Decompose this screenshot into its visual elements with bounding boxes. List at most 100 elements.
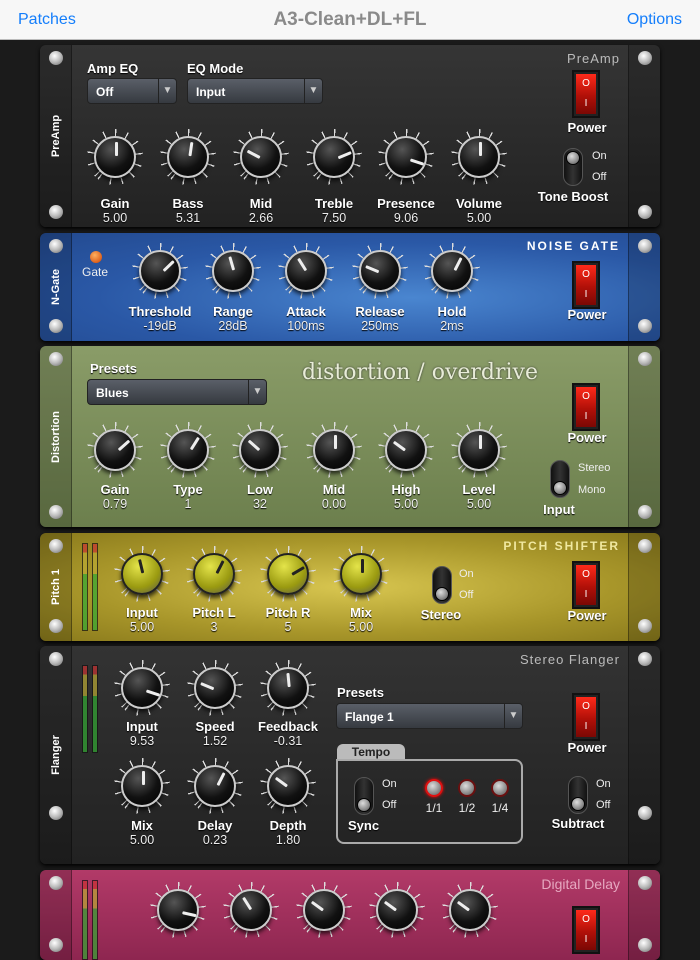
- chevron-down-icon: ▼: [248, 380, 266, 404]
- knob-label: Input: [126, 719, 158, 734]
- knob-control[interactable]: [186, 546, 242, 602]
- screw-icon: [49, 539, 63, 553]
- knob-control[interactable]: [260, 660, 316, 716]
- stereo-toggle[interactable]: [432, 566, 452, 604]
- knob-control[interactable]: [160, 422, 216, 478]
- presets-select[interactable]: Flange 1 ▼: [336, 703, 523, 729]
- knob-label: Delay: [197, 818, 233, 833]
- knob-control[interactable]: [232, 422, 288, 478]
- knob-label: Hold: [437, 304, 467, 319]
- amp-eq-select[interactable]: Off ▼: [87, 78, 177, 104]
- screw-icon: [638, 51, 652, 65]
- knob-body: [267, 553, 309, 595]
- side-rail-right: [628, 533, 660, 641]
- knob-label: High: [391, 482, 421, 497]
- knob-label: Gain: [100, 196, 130, 211]
- screw-icon: [49, 352, 63, 366]
- knob-pointer-icon: [365, 265, 380, 274]
- knob-pointer-icon: [392, 440, 406, 452]
- knob-label: Presence: [377, 196, 435, 211]
- knob-control[interactable]: [352, 243, 408, 299]
- module-side-label: PreAmp: [50, 114, 62, 158]
- knob-control[interactable]: [114, 660, 170, 716]
- presets-select[interactable]: Blues ▼: [87, 379, 267, 405]
- knob-pointer-icon: [138, 559, 145, 574]
- knob-label: Gain: [100, 482, 130, 497]
- knob-control[interactable]: [278, 243, 334, 299]
- side-rail-right: [628, 870, 660, 960]
- knob-control[interactable]: [132, 243, 188, 299]
- knob-value: 0.23: [202, 833, 228, 847]
- module-title: Digital Delay: [541, 876, 620, 892]
- screw-icon: [638, 205, 652, 219]
- stereo-label: Stereo: [578, 462, 611, 474]
- knob-pointer-icon: [286, 672, 291, 688]
- knob-label: Threshold: [128, 304, 192, 319]
- knob-value: 5.00: [129, 833, 155, 847]
- power-switch[interactable]: OI: [572, 561, 600, 609]
- knob-control[interactable]: [260, 546, 316, 602]
- eq-mode-select[interactable]: Input ▼: [187, 78, 323, 104]
- off-label: Off: [592, 171, 607, 183]
- knob-value: 7.50: [321, 211, 347, 225]
- knob-control[interactable]: [306, 422, 362, 478]
- knob-control[interactable]: [369, 882, 425, 938]
- knob-value: 5.00: [102, 211, 128, 225]
- power-switch[interactable]: OI: [572, 261, 600, 309]
- tempo-radio-1-1[interactable]: [425, 779, 443, 797]
- knob-control[interactable]: [451, 422, 507, 478]
- off-label: Off: [596, 799, 611, 811]
- tempo-radio-1-2[interactable]: [458, 779, 476, 797]
- sync-toggle[interactable]: [354, 777, 374, 815]
- side-rail-left: [40, 870, 72, 960]
- off-label: Off: [382, 799, 397, 811]
- toggle-knob-icon: [566, 151, 580, 165]
- knob-control[interactable]: [205, 243, 261, 299]
- knob-control[interactable]: [378, 422, 434, 478]
- knob-pointer-icon: [216, 772, 226, 787]
- knob-control[interactable]: [296, 882, 352, 938]
- knob-control[interactable]: [150, 882, 206, 938]
- knob-body: [303, 889, 345, 931]
- knob-control[interactable]: [223, 882, 279, 938]
- knob-body: [167, 429, 209, 471]
- knob-value: 2ms: [440, 319, 464, 333]
- knob-control[interactable]: [424, 243, 480, 299]
- toggle-knob-icon: [357, 798, 371, 812]
- knob-pointer-icon: [188, 141, 194, 157]
- knob-control[interactable]: [333, 546, 389, 602]
- power-label: Power: [567, 430, 607, 445]
- subtract-toggle[interactable]: [568, 776, 588, 814]
- power-rocker-icon: OI: [576, 265, 596, 305]
- power-switch[interactable]: OI: [572, 383, 600, 431]
- knob-control[interactable]: [187, 758, 243, 814]
- power-label: Power: [567, 307, 607, 322]
- knob-control[interactable]: [87, 129, 143, 185]
- power-switch[interactable]: OI: [572, 70, 600, 118]
- screw-icon: [638, 876, 652, 890]
- distortion-logo: distortion / overdrive: [302, 360, 538, 385]
- knob-pointer-icon: [228, 256, 236, 271]
- knob-control[interactable]: [378, 129, 434, 185]
- input-mode-toggle[interactable]: [550, 460, 570, 498]
- tone-boost-toggle[interactable]: [563, 148, 583, 186]
- knob-control[interactable]: [451, 129, 507, 185]
- module-side-label: Flanger: [50, 735, 62, 775]
- knob-control[interactable]: [306, 129, 362, 185]
- knob-pointer-icon: [337, 151, 352, 160]
- tone-boost-label: Tone Boost: [537, 189, 609, 204]
- knob-control[interactable]: [187, 660, 243, 716]
- power-switch[interactable]: OI: [572, 693, 600, 741]
- on-label: On: [459, 568, 474, 580]
- knob-control[interactable]: [260, 758, 316, 814]
- options-button[interactable]: Options: [627, 11, 682, 29]
- power-switch[interactable]: OI: [572, 906, 600, 954]
- tempo-radio-1-4[interactable]: [491, 779, 509, 797]
- screw-icon: [49, 619, 63, 633]
- knob-control[interactable]: [87, 422, 143, 478]
- knob-control[interactable]: [233, 129, 289, 185]
- knob-control[interactable]: [114, 546, 170, 602]
- knob-control[interactable]: [160, 129, 216, 185]
- knob-control[interactable]: [114, 758, 170, 814]
- knob-control[interactable]: [442, 882, 498, 938]
